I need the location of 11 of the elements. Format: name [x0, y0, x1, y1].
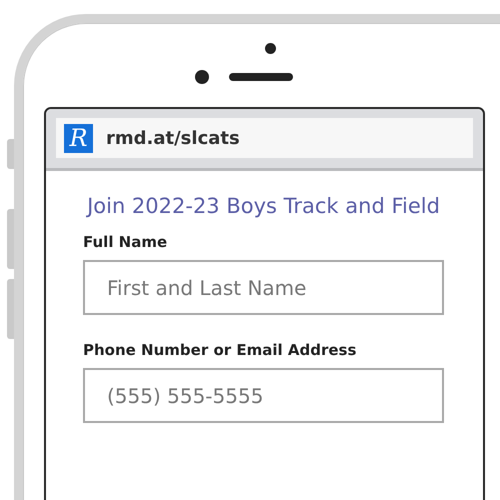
camera-icon: [265, 43, 276, 54]
sensor-icon: [195, 70, 209, 84]
input-field[interactable]: (555) 555-5555: [83, 368, 444, 423]
app-logo: R: [64, 124, 93, 152]
form-title: Join 2022-23 Boys Track and Field: [85, 193, 441, 220]
field-label: Full Name: [83, 233, 168, 251]
field-label: Phone Number or Email Address: [83, 341, 358, 359]
input-field[interactable]: First and Last Name: [83, 260, 444, 315]
url-text: rmd.at/slcats: [106, 128, 240, 148]
url-field[interactable]: R rmd.at/slcats: [56, 118, 473, 158]
speaker-icon: [229, 73, 293, 81]
